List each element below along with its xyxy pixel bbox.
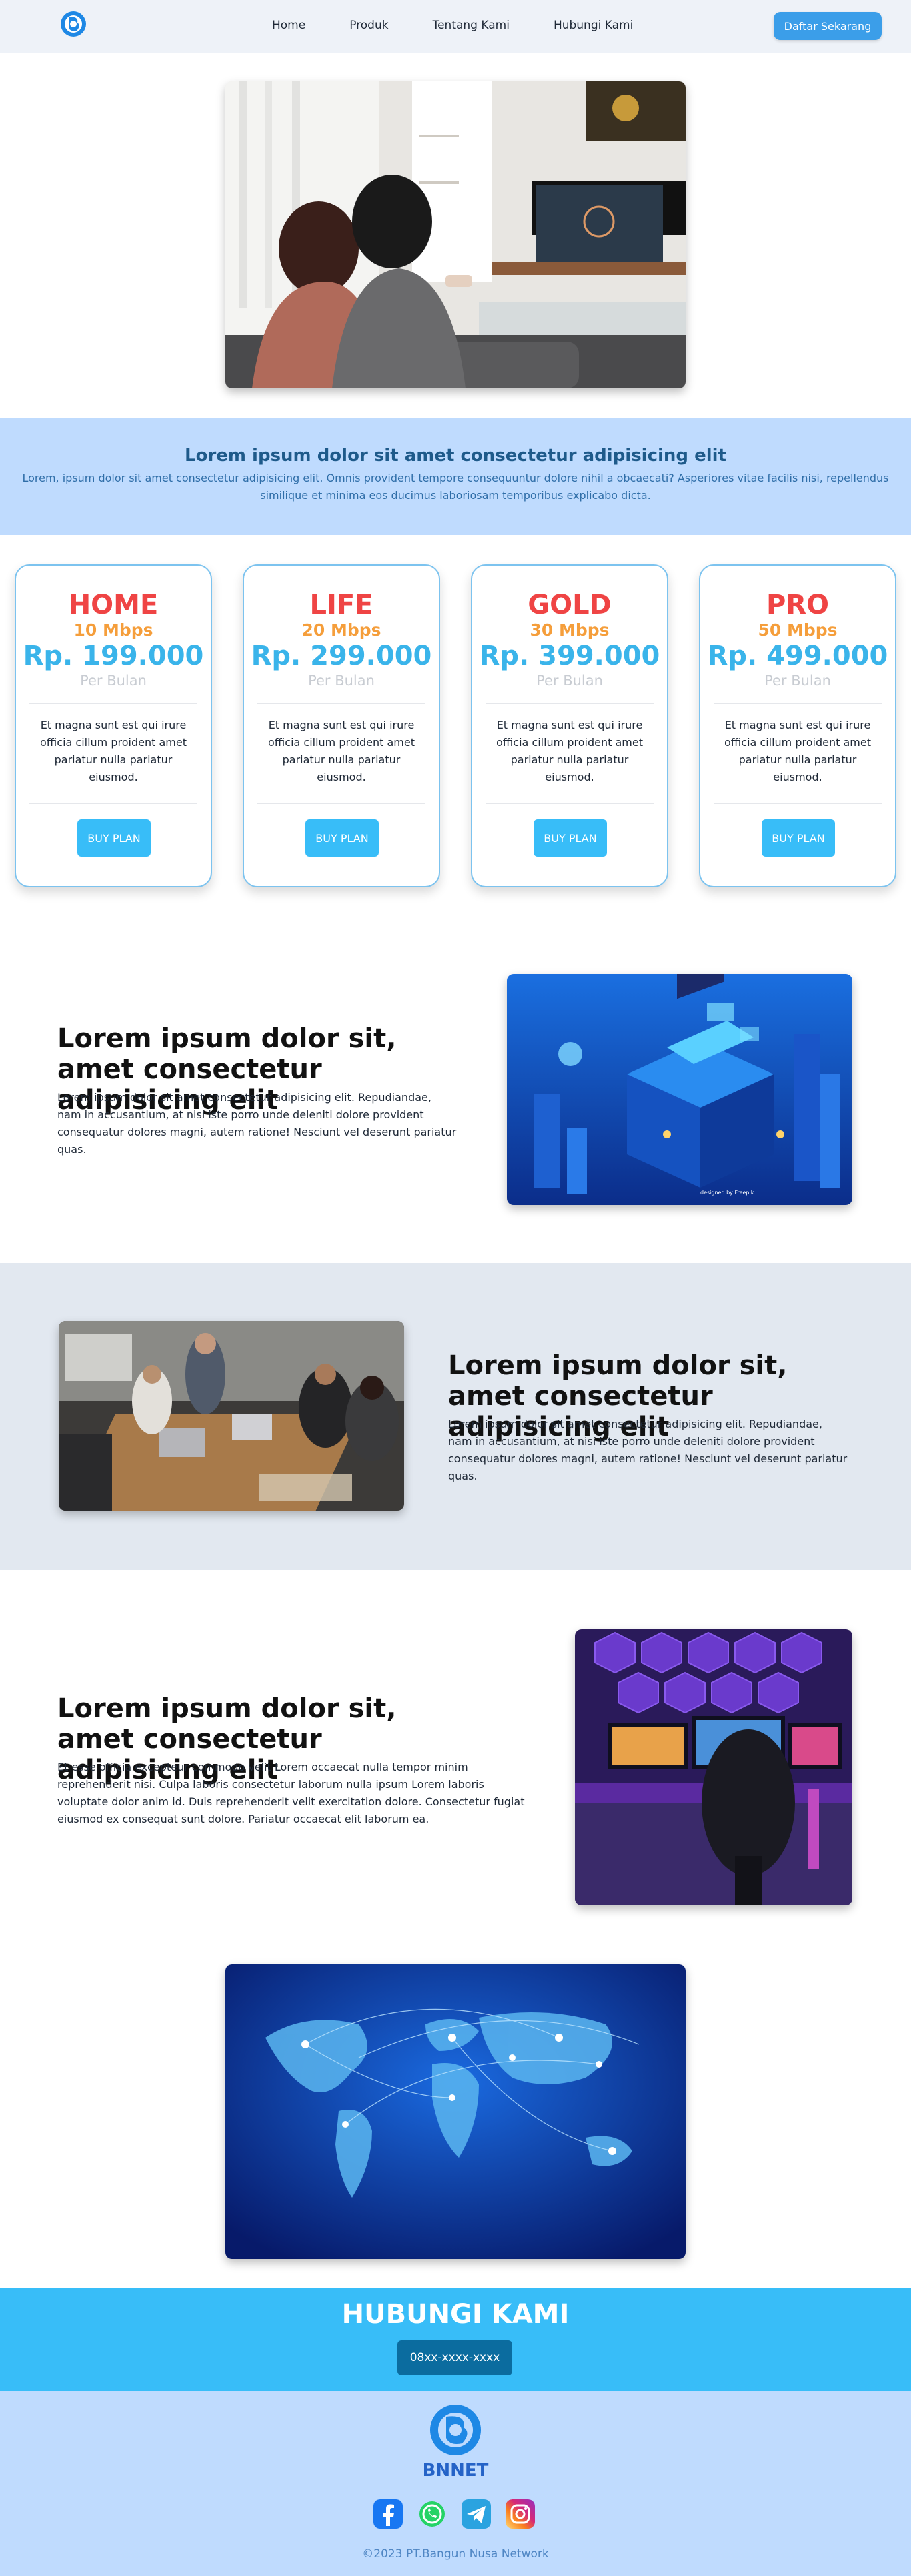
plan-period: Per Bulan <box>536 673 603 689</box>
whatsapp-icon[interactable] <box>417 2499 447 2529</box>
divider <box>257 703 425 704</box>
nav-link-produk[interactable]: Produk <box>349 19 388 32</box>
plan-price: Rp. 399.000 <box>479 640 660 671</box>
plan-card-pro: PRO 50 Mbps Rp. 499.000 Per Bulan Et mag… <box>699 564 896 887</box>
plan-card-life: LIFE 20 Mbps Rp. 299.000 Per Bulan Et ma… <box>243 564 440 887</box>
plan-price: Rp. 299.000 <box>251 640 432 671</box>
bnnet-logo-icon[interactable] <box>59 9 88 39</box>
divider <box>486 803 654 804</box>
feature-1-text: Lorem ipsum dolor sit amet consectetur a… <box>57 1091 457 1156</box>
nav-link-tentang-kami[interactable]: Tentang Kami <box>433 19 510 32</box>
feature-2-text: Lorem ipsum dolor sit amet consectetur a… <box>448 1418 848 1482</box>
plan-card-home: HOME 10 Mbps Rp. 199.000 Per Bulan Et ma… <box>15 564 212 887</box>
hero-image-couple-watching-tv <box>225 81 686 388</box>
plan-price: Rp. 199.000 <box>23 640 204 671</box>
phone-number-button[interactable]: 08xx-xxxx-xxxx <box>397 2340 512 2375</box>
buy-plan-button[interactable]: BUY PLAN <box>534 819 607 857</box>
top-navbar: Home Produk Tentang Kami Hubungi Kami Da… <box>0 0 911 53</box>
plan-price: Rp. 499.000 <box>707 640 888 671</box>
plan-name: LIFE <box>309 590 373 620</box>
plan-description: Et magna sunt est qui irure officia cill… <box>40 719 187 783</box>
plan-name: GOLD <box>528 590 612 620</box>
plan-speed: 20 Mbps <box>301 620 381 640</box>
divider <box>29 803 197 804</box>
plan-speed: 10 Mbps <box>73 620 153 640</box>
divider <box>714 803 882 804</box>
plan-speed: 30 Mbps <box>530 620 610 640</box>
divider <box>486 703 654 704</box>
footer: BNNET ©2023 PT.Bangun Nusa Network <box>0 2391 911 2576</box>
instagram-icon[interactable] <box>506 2499 535 2529</box>
contact-title: HUBUNGI KAMI <box>341 2299 570 2330</box>
plan-speed: 50 Mbps <box>758 620 838 640</box>
telegram-icon[interactable] <box>462 2499 491 2529</box>
banner-title: Lorem ipsum dolor sit amet consectetur a… <box>185 446 726 466</box>
nav-link-hubungi-kami[interactable]: Hubungi Kami <box>554 19 633 32</box>
nav-link-home[interactable]: Home <box>272 19 305 32</box>
feature-1-image-isometric-city: designed by Freepik <box>507 974 852 1205</box>
buy-plan-button[interactable]: BUY PLAN <box>77 819 151 857</box>
buy-plan-button[interactable]: BUY PLAN <box>762 819 835 857</box>
plan-description: Et magna sunt est qui irure officia cill… <box>724 719 871 783</box>
divider <box>29 703 197 704</box>
banner-text: Lorem, ipsum dolor sit amet consectetur … <box>22 472 889 502</box>
plan-description: Et magna sunt est qui irure officia cill… <box>496 719 643 783</box>
plan-name: PRO <box>766 590 830 620</box>
buy-plan-button[interactable]: BUY PLAN <box>305 819 379 857</box>
freepik-caption: designed by Freepik <box>700 1190 754 1196</box>
plan-period: Per Bulan <box>80 673 147 689</box>
footer-brand: BNNET <box>422 2461 489 2481</box>
daftar-sekarang-button[interactable]: Daftar Sekarang <box>774 12 882 40</box>
divider <box>714 703 882 704</box>
world-network-map-image <box>225 1964 686 2259</box>
main-nav: Home Produk Tentang Kami Hubungi Kami <box>272 19 677 32</box>
feature-3-text: Et esse officia excepteur commodo velit … <box>57 1761 525 1825</box>
divider <box>257 803 425 804</box>
plan-name: HOME <box>68 590 159 620</box>
contact-section: HUBUNGI KAMI 08xx-xxxx-xxxx <box>0 2288 911 2391</box>
plan-period: Per Bulan <box>764 673 831 689</box>
intro-banner: Lorem ipsum dolor sit amet consectetur a… <box>0 418 911 535</box>
plan-card-gold: GOLD 30 Mbps Rp. 399.000 Per Bulan Et ma… <box>471 564 668 887</box>
plan-description: Et magna sunt est qui irure officia cill… <box>268 719 415 783</box>
copyright-text: ©2023 PT.Bangun Nusa Network <box>362 2547 549 2561</box>
plan-period: Per Bulan <box>308 673 375 689</box>
facebook-icon[interactable] <box>373 2499 403 2529</box>
bnnet-logo-icon <box>430 2405 481 2455</box>
feature-2-image-meeting <box>59 1321 404 1511</box>
feature-3-image-gaming-setup <box>575 1629 852 1905</box>
